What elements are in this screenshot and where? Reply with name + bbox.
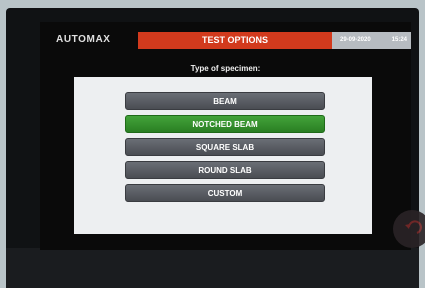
touch-screen: AUTOMAX TEST OPTIONS 29-09-2020 15:24 Ty… [40, 22, 425, 250]
page-title: TEST OPTIONS [138, 32, 332, 49]
specimen-prompt: Type of specimen: [190, 64, 261, 73]
options-panel: BEAM NOTCHED BEAM SQUARE SLAB ROUND SLAB… [74, 77, 372, 234]
option-beam-button[interactable]: BEAM [125, 92, 325, 110]
back-arrow-icon [405, 220, 422, 234]
time-label: 15:24 [391, 37, 407, 43]
back-button[interactable] [393, 210, 425, 248]
option-custom-button[interactable]: CUSTOM [125, 184, 325, 202]
device-bottom [6, 248, 419, 288]
option-square-slab-button[interactable]: SQUARE SLAB [125, 138, 325, 156]
brand-logo: AUTOMAX [56, 34, 111, 45]
option-notched-beam-button[interactable]: NOTCHED BEAM [125, 115, 325, 133]
datetime-display: 29-09-2020 15:24 [332, 32, 411, 49]
option-round-slab-button[interactable]: ROUND SLAB [125, 161, 325, 179]
date-label: 29-09-2020 [340, 37, 371, 43]
